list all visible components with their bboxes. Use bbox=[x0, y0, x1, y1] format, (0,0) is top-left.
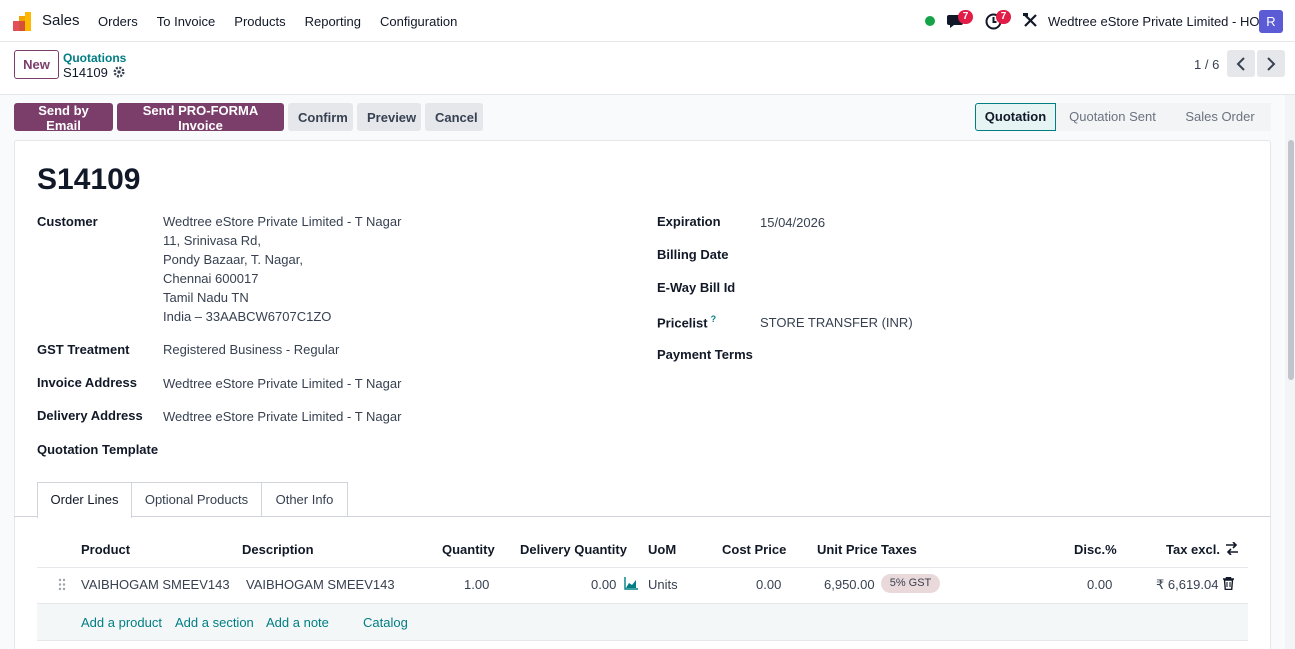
payment-terms-label: Payment Terms bbox=[657, 347, 753, 362]
pricelist-label-text: Pricelist bbox=[657, 315, 708, 331]
tax-badge[interactable]: 5% GST bbox=[881, 574, 940, 593]
cell-uom[interactable]: Units bbox=[648, 577, 678, 592]
column-tax-excl[interactable]: Tax excl. bbox=[1166, 542, 1220, 557]
cell-description[interactable]: VAIBHOGAM SMEEV143 bbox=[246, 577, 395, 592]
pager-previous-button[interactable] bbox=[1227, 50, 1255, 77]
delivery-address-field[interactable]: Wedtree eStore Private Limited - T Nagar bbox=[163, 409, 401, 424]
delivery-address-label: Delivery Address bbox=[37, 408, 143, 423]
pricelist-label: Pricelist? bbox=[657, 314, 716, 330]
row-divider bbox=[37, 640, 1248, 641]
column-taxes[interactable]: Taxes bbox=[881, 542, 917, 557]
trash-icon[interactable] bbox=[1223, 577, 1234, 590]
confirm-button[interactable]: Confirm bbox=[288, 103, 353, 131]
pager-value[interactable]: 1 / 6 bbox=[1194, 57, 1219, 72]
chevron-left-icon bbox=[1236, 56, 1245, 71]
optional-columns-icon[interactable] bbox=[1225, 542, 1239, 555]
online-status-icon bbox=[925, 16, 935, 26]
column-unit-price[interactable]: Unit Price bbox=[817, 542, 878, 557]
cell-quantity[interactable]: 1.00 bbox=[464, 577, 489, 592]
top-navbar: Sales Orders To Invoice Products Reporti… bbox=[0, 0, 1295, 42]
breadcrumb-quotations[interactable]: Quotations bbox=[63, 51, 126, 65]
tab-optional-products[interactable]: Optional Products bbox=[131, 482, 262, 517]
status-sales-order[interactable]: Sales Order bbox=[1169, 103, 1271, 131]
notebook-tabs: Order Lines Optional Products Other Info bbox=[14, 482, 1271, 518]
tab-other-info[interactable]: Other Info bbox=[261, 482, 348, 517]
quotation-template-label: Quotation Template bbox=[37, 442, 159, 457]
column-description[interactable]: Description bbox=[242, 542, 314, 557]
gear-icon[interactable] bbox=[113, 66, 125, 78]
pricelist-field[interactable]: STORE TRANSFER (INR) bbox=[760, 315, 913, 330]
expiration-label: Expiration bbox=[657, 214, 721, 229]
customer-address-line: Pondy Bazaar, T. Nagar, bbox=[163, 252, 303, 267]
customer-field[interactable]: Wedtree eStore Private Limited - T Nagar… bbox=[163, 212, 401, 326]
cell-product[interactable]: VAIBHOGAM SMEEV143 bbox=[81, 577, 230, 592]
customer-address-line: Tamil Nadu TN bbox=[163, 290, 249, 305]
status-bar: Quotation Quotation Sent Sales Order bbox=[975, 103, 1271, 131]
header-divider bbox=[37, 567, 1248, 568]
sales-app-icon[interactable] bbox=[13, 12, 33, 31]
record-title: S14109 bbox=[37, 163, 141, 196]
gst-treatment-label: GST Treatment bbox=[37, 342, 130, 357]
cancel-button[interactable]: Cancel bbox=[425, 103, 483, 131]
menu-reporting[interactable]: Reporting bbox=[305, 14, 361, 29]
forecast-chart-icon[interactable] bbox=[624, 577, 638, 590]
app-name[interactable]: Sales bbox=[42, 12, 80, 29]
customer-address-line: Chennai 600017 bbox=[163, 271, 259, 286]
chat-count-badge: 7 bbox=[958, 10, 973, 24]
preview-button[interactable]: Preview bbox=[357, 103, 421, 131]
cell-tax-excl: ₹ 6,619.04 bbox=[1156, 577, 1219, 592]
customer-label: Customer bbox=[37, 214, 98, 229]
menu-configuration[interactable]: Configuration bbox=[380, 14, 457, 29]
invoice-address-label: Invoice Address bbox=[37, 375, 137, 390]
main-menu: Orders To Invoice Products Reporting Con… bbox=[98, 14, 476, 29]
add-section-link[interactable]: Add a section bbox=[175, 615, 254, 630]
chevron-right-icon bbox=[1267, 56, 1276, 71]
control-panel: New Quotations S14109 1 / 6 bbox=[0, 42, 1295, 95]
menu-to-invoice[interactable]: To Invoice bbox=[157, 14, 216, 29]
invoice-address-field[interactable]: Wedtree eStore Private Limited - T Nagar bbox=[163, 376, 401, 391]
column-product[interactable]: Product bbox=[81, 542, 130, 557]
new-button[interactable]: New bbox=[14, 50, 59, 79]
cell-unit-price[interactable]: 6,950.00 bbox=[824, 577, 875, 592]
cell-discount[interactable]: 0.00 bbox=[1087, 577, 1112, 592]
add-note-link[interactable]: Add a note bbox=[266, 615, 329, 630]
send-by-email-button[interactable]: Send by Email bbox=[14, 103, 113, 133]
expiration-field[interactable]: 15/04/2026 bbox=[760, 215, 825, 230]
customer-address-line: 11, Srinivasa Rd, bbox=[163, 233, 262, 248]
status-quotation[interactable]: Quotation bbox=[975, 103, 1056, 131]
customer-address-line: India – 33AABCW6707C1ZO bbox=[163, 309, 332, 324]
activity-count-badge: 7 bbox=[996, 10, 1011, 24]
debug-tools-icon[interactable] bbox=[1023, 13, 1038, 28]
help-icon[interactable]: ? bbox=[711, 314, 717, 324]
gst-treatment-field[interactable]: Registered Business - Regular bbox=[163, 342, 339, 357]
send-proforma-button[interactable]: Send PRO-FORMA Invoice bbox=[117, 103, 284, 133]
cell-delivery-quantity: 0.00 bbox=[591, 577, 617, 592]
column-delivery-quantity[interactable]: Delivery Quantity bbox=[520, 542, 627, 557]
customer-name[interactable]: Wedtree eStore Private Limited - T Nagar bbox=[163, 212, 401, 231]
billing-date-label: Billing Date bbox=[657, 247, 729, 262]
user-avatar[interactable]: R bbox=[1259, 10, 1283, 33]
column-quantity[interactable]: Quantity bbox=[442, 542, 495, 557]
column-discount[interactable]: Disc.% bbox=[1074, 542, 1117, 557]
scrollbar-thumb[interactable] bbox=[1288, 140, 1294, 380]
tab-order-lines[interactable]: Order Lines bbox=[37, 482, 132, 518]
breadcrumb-current: S14109 bbox=[63, 65, 108, 80]
eway-bill-label: E-Way Bill Id bbox=[657, 280, 736, 295]
add-product-link[interactable]: Add a product bbox=[81, 615, 162, 630]
column-uom[interactable]: UoM bbox=[648, 542, 676, 557]
menu-orders[interactable]: Orders bbox=[98, 14, 138, 29]
column-cost-price[interactable]: Cost Price bbox=[722, 542, 786, 557]
menu-products[interactable]: Products bbox=[234, 14, 285, 29]
status-quotation-sent[interactable]: Quotation Sent bbox=[1056, 103, 1169, 131]
company-switcher[interactable]: Wedtree eStore Private Limited - HO bbox=[1048, 14, 1259, 29]
cell-cost-price: 0.00 bbox=[756, 577, 782, 592]
pager-next-button[interactable] bbox=[1257, 50, 1285, 77]
drag-handle-icon[interactable] bbox=[58, 578, 66, 591]
catalog-link[interactable]: Catalog bbox=[363, 615, 408, 630]
